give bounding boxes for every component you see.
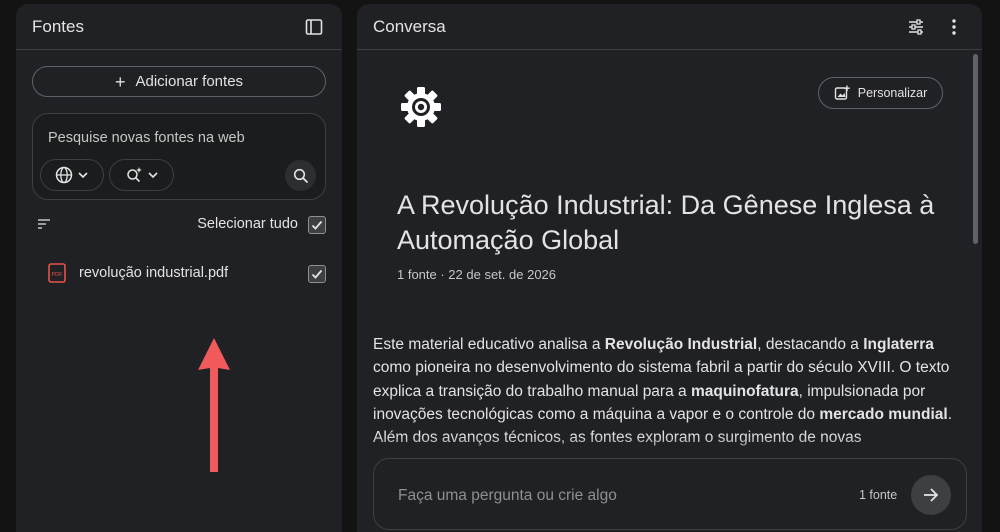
notebook-meta: 1 fonte · 22 de set. de 2026 bbox=[397, 267, 557, 282]
more-vert-icon[interactable] bbox=[942, 15, 966, 39]
source-list-item[interactable]: PDF revolução industrial.pdf bbox=[32, 260, 326, 290]
arrow-forward-icon bbox=[924, 488, 939, 502]
chat-title: Conversa bbox=[373, 16, 446, 36]
summary-emphasis: Revolução Industrial bbox=[604, 336, 758, 353]
gear-icon bbox=[401, 87, 441, 127]
source-file-name: revolução industrial.pdf bbox=[79, 265, 229, 281]
chat-scrollbar[interactable] bbox=[973, 54, 978, 244]
chat-panel: Conversa Personalizar A Revolução Indust… bbox=[357, 4, 982, 532]
web-search-submit-button[interactable] bbox=[285, 160, 316, 191]
sparkle-search-icon bbox=[126, 167, 142, 183]
select-all-checkbox[interactable] bbox=[308, 216, 326, 234]
chevron-down-icon bbox=[78, 172, 88, 179]
notebook-title: A Revolução Industrial: Da Gênese Ingles… bbox=[397, 190, 935, 255]
add-sources-button[interactable]: + Adicionar fontes bbox=[32, 66, 326, 97]
select-all-label[interactable]: Selecionar tudo bbox=[197, 216, 298, 232]
add-photo-icon bbox=[834, 85, 850, 100]
check-icon bbox=[311, 220, 323, 230]
web-search-placeholder[interactable]: Pesquise novas fontes na web bbox=[48, 130, 245, 146]
summary-text: Este material educativo analisa a bbox=[373, 336, 605, 353]
research-mode-dropdown[interactable] bbox=[109, 159, 174, 191]
sources-panel: Fontes + Adicionar fontes Pesquise novas… bbox=[16, 4, 342, 532]
chat-input-box[interactable]: 1 fonte bbox=[373, 458, 967, 530]
check-icon bbox=[311, 269, 323, 279]
chat-input[interactable] bbox=[398, 484, 828, 508]
red-up-arrow-icon bbox=[198, 338, 230, 472]
plus-icon: + bbox=[114, 71, 126, 92]
summary-emphasis: maquinofatura bbox=[690, 382, 799, 400]
chat-header-actions bbox=[904, 15, 966, 39]
pdf-file-icon: PDF bbox=[48, 263, 66, 283]
sort-icon[interactable] bbox=[36, 216, 52, 232]
personalize-label: Personalizar bbox=[857, 86, 928, 100]
summary-emphasis: Inglaterra bbox=[863, 336, 934, 353]
add-sources-label: Adicionar fontes bbox=[135, 73, 244, 90]
source-checkbox[interactable] bbox=[308, 265, 326, 283]
summary-text: , destacando a bbox=[757, 336, 864, 353]
pdf-badge-text: PDF bbox=[52, 272, 64, 278]
dock-left-icon[interactable] bbox=[302, 15, 326, 39]
source-count-label: 1 fonte bbox=[859, 488, 898, 502]
select-all-row: Selecionar tudo bbox=[32, 212, 326, 238]
tune-icon[interactable] bbox=[904, 15, 928, 39]
search-icon bbox=[293, 168, 308, 183]
notebook-summary: Este material educativo analisa a Revolu… bbox=[373, 333, 963, 449]
summary-emphasis: mercado mundial bbox=[819, 405, 948, 423]
chevron-down-icon bbox=[147, 172, 158, 179]
source-type-dropdown[interactable] bbox=[40, 159, 104, 191]
sources-header: Fontes bbox=[16, 4, 342, 50]
sources-title: Fontes bbox=[32, 16, 84, 36]
web-source-search[interactable]: Pesquise novas fontes na web bbox=[32, 113, 326, 200]
personalize-button[interactable]: Personalizar bbox=[818, 77, 943, 109]
send-button[interactable] bbox=[911, 475, 951, 515]
globe-icon bbox=[55, 166, 73, 184]
chat-header: Conversa bbox=[357, 4, 982, 50]
